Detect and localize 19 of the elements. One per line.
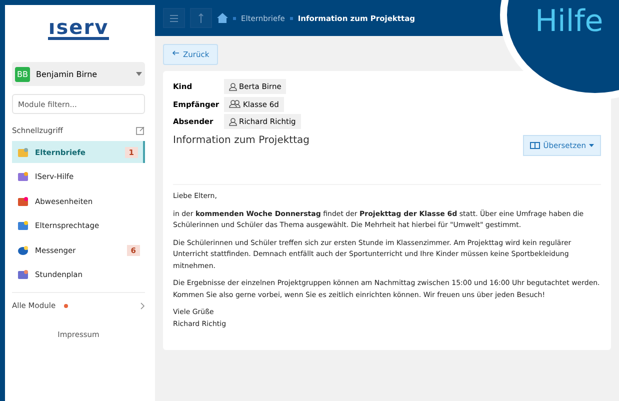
user-menu[interactable]: BB Benjamin Birne	[12, 62, 145, 86]
magnified-label: Hilfe	[535, 4, 604, 38]
person-icon	[229, 118, 237, 126]
user-avatar: BB	[15, 66, 30, 82]
edit-icon[interactable]	[136, 126, 145, 135]
caret-icon	[589, 144, 594, 147]
translate-icon	[530, 142, 540, 149]
up-arrow-icon	[198, 13, 204, 23]
back-arrow-icon	[172, 50, 179, 56]
up-button[interactable]	[190, 8, 212, 28]
iserv-logo: ıserv	[48, 17, 109, 40]
person-icon	[229, 82, 237, 90]
letter-title: Information zum Projekttag	[173, 135, 310, 146]
menu-icon	[170, 14, 178, 22]
caret-icon	[136, 72, 142, 76]
home-icon[interactable]	[217, 13, 228, 23]
user-name: Benjamin Birne	[36, 70, 98, 78]
chevron-icon	[140, 302, 145, 310]
menu-button[interactable]	[163, 8, 185, 28]
